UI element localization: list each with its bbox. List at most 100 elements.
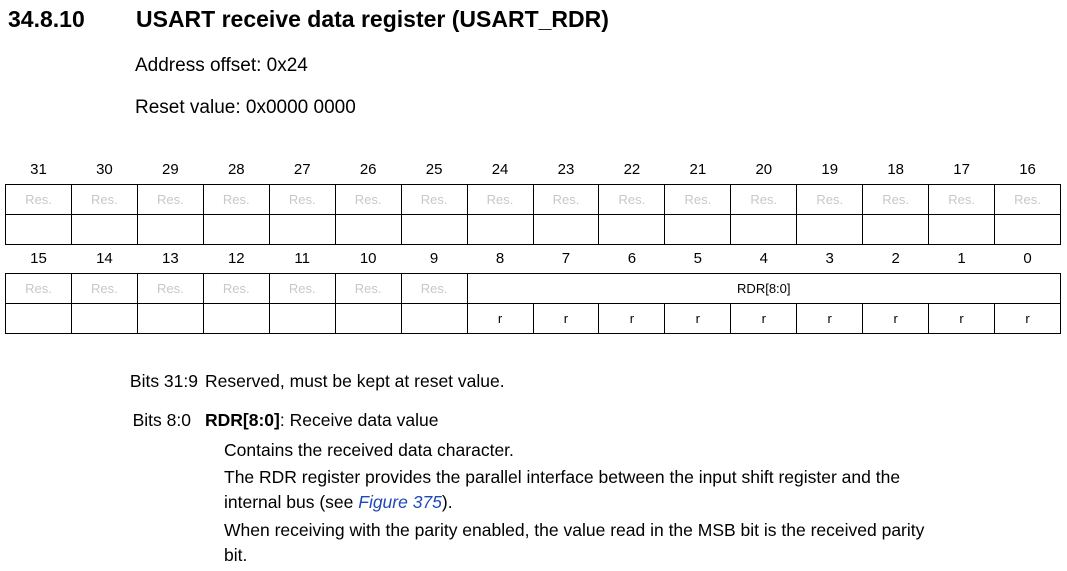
bit-number: 20 xyxy=(755,161,773,178)
access-cell xyxy=(664,214,732,245)
access-cell xyxy=(5,303,72,334)
register-map-high: 31 30 29 28 27 26 25 24 23 22 21 20 19 18 17 16 Res. Res… xyxy=(5,155,1061,245)
description-text: ). xyxy=(441,492,453,512)
reserved-field: Res. xyxy=(400,273,468,304)
access-cell xyxy=(796,214,864,245)
access-type: r xyxy=(664,303,732,334)
access-cell xyxy=(268,303,336,334)
access-cell xyxy=(598,214,666,245)
access-cell xyxy=(70,214,138,245)
bit-number: 26 xyxy=(359,161,377,178)
access-cell xyxy=(400,303,468,334)
bit-number: 14 xyxy=(96,250,113,267)
reserved-field: Res. xyxy=(334,273,402,304)
bit-number: 4 xyxy=(759,250,768,267)
access-cell xyxy=(70,303,138,334)
access-cell xyxy=(268,214,336,245)
bit-number: 5 xyxy=(693,250,703,267)
bits-8-0-label: Bits 8:0 xyxy=(132,410,191,430)
bit-number: 21 xyxy=(689,161,707,178)
access-cell xyxy=(334,214,402,245)
access-cell xyxy=(928,214,996,245)
bit-number: 3 xyxy=(825,250,834,267)
bit-number: 23 xyxy=(557,161,575,178)
access-type: r xyxy=(928,303,996,334)
bit-number: 28 xyxy=(227,161,245,178)
bit-number: 29 xyxy=(162,161,179,178)
access-cell xyxy=(994,214,1061,245)
section-title: USART receive data register (USART_RDR) xyxy=(136,6,609,32)
rdr-field-title: : Receive data value xyxy=(279,410,439,430)
reserved-field: Res. xyxy=(598,184,666,215)
description-line: Contains the received data character. xyxy=(224,440,514,460)
reserved-field: Res. xyxy=(136,273,204,304)
bit-number: 15 xyxy=(30,250,47,267)
bit-number: 18 xyxy=(887,161,904,178)
reserved-field: Res. xyxy=(730,184,798,215)
bit-number: 13 xyxy=(162,250,179,267)
bit-number: 12 xyxy=(227,250,245,267)
reserved-field: Res. xyxy=(268,184,336,215)
reserved-field: Res. xyxy=(466,184,534,215)
reserved-field: Res. xyxy=(70,273,138,304)
access-cell xyxy=(400,214,468,245)
reserved-field: Res. xyxy=(5,273,72,304)
access-type: r xyxy=(730,303,798,334)
bit-number: 19 xyxy=(821,161,839,178)
bit-number: 0 xyxy=(1023,250,1032,267)
bit-number: 27 xyxy=(293,161,311,178)
bit-number: 16 xyxy=(1019,161,1036,178)
reserved-field: Res. xyxy=(928,184,996,215)
bit-number: 31 xyxy=(30,161,47,178)
bit-number: 17 xyxy=(953,161,970,178)
description-line: The RDR register provides the parallel i… xyxy=(224,467,901,487)
description-line: bit. xyxy=(224,545,248,565)
reserved-field: Res. xyxy=(136,184,204,215)
reserved-field: Res. xyxy=(994,184,1061,215)
access-cell xyxy=(532,214,600,245)
bit-number: 9 xyxy=(429,250,439,267)
access-type: r xyxy=(862,303,930,334)
reset-value: Reset value: 0x0000 0000 xyxy=(135,97,356,118)
reserved-field: Res. xyxy=(334,184,402,215)
bit-number: 7 xyxy=(561,250,571,267)
register-map-low: 15 14 13 12 11 10 9 8 7 6 5 4 3 2 1 0 Res. Res. Res. Res. R… xyxy=(5,244,1062,334)
bit-number: 25 xyxy=(425,161,443,178)
reserved-field: Res. xyxy=(532,184,600,215)
reserved-field: Res. xyxy=(862,184,930,215)
bits-8-0-title: RDR[8:0]: Receive data value xyxy=(205,410,438,431)
bit-number: 2 xyxy=(891,250,900,267)
access-cell xyxy=(202,214,270,245)
access-cell xyxy=(730,214,798,245)
access-cell xyxy=(202,303,270,334)
bit-number: 1 xyxy=(957,250,966,267)
description-line: When receiving with the parity enabled, … xyxy=(224,520,925,540)
bit-number: 6 xyxy=(627,250,637,267)
section-number: 34.8.10 xyxy=(8,6,85,32)
bits-31-9-description: Reserved, must be kept at reset value. xyxy=(205,371,505,391)
reserved-field: Res. xyxy=(70,184,138,215)
figure-375-link[interactable]: Figure 375 xyxy=(358,492,442,512)
address-offset: Address offset: 0x24 xyxy=(135,55,308,76)
access-type: r xyxy=(994,303,1061,334)
bits-31-9-label: Bits 31:9 xyxy=(129,371,198,391)
access-type: r xyxy=(796,303,864,334)
bit-number: 30 xyxy=(96,161,113,178)
reserved-field: Res. xyxy=(5,184,72,215)
access-type: r xyxy=(532,303,600,334)
access-type: r xyxy=(466,303,534,334)
description-line: internal bus (see Figure 375). xyxy=(224,492,453,513)
access-cell xyxy=(334,303,402,334)
bit-number: 11 xyxy=(294,250,310,267)
description-text: internal bus (see xyxy=(224,492,359,512)
reserved-field: Res. xyxy=(400,184,468,215)
rdr-field: RDR[8:0] xyxy=(466,273,1062,304)
access-cell xyxy=(136,214,204,245)
access-cell xyxy=(862,214,930,245)
access-type: r xyxy=(598,303,666,334)
reserved-field: Res. xyxy=(202,184,270,215)
reserved-field: Res. xyxy=(202,273,270,304)
access-cell xyxy=(136,303,204,334)
rdr-field-name: RDR[8:0] xyxy=(205,410,280,430)
bit-number: 8 xyxy=(495,250,505,267)
